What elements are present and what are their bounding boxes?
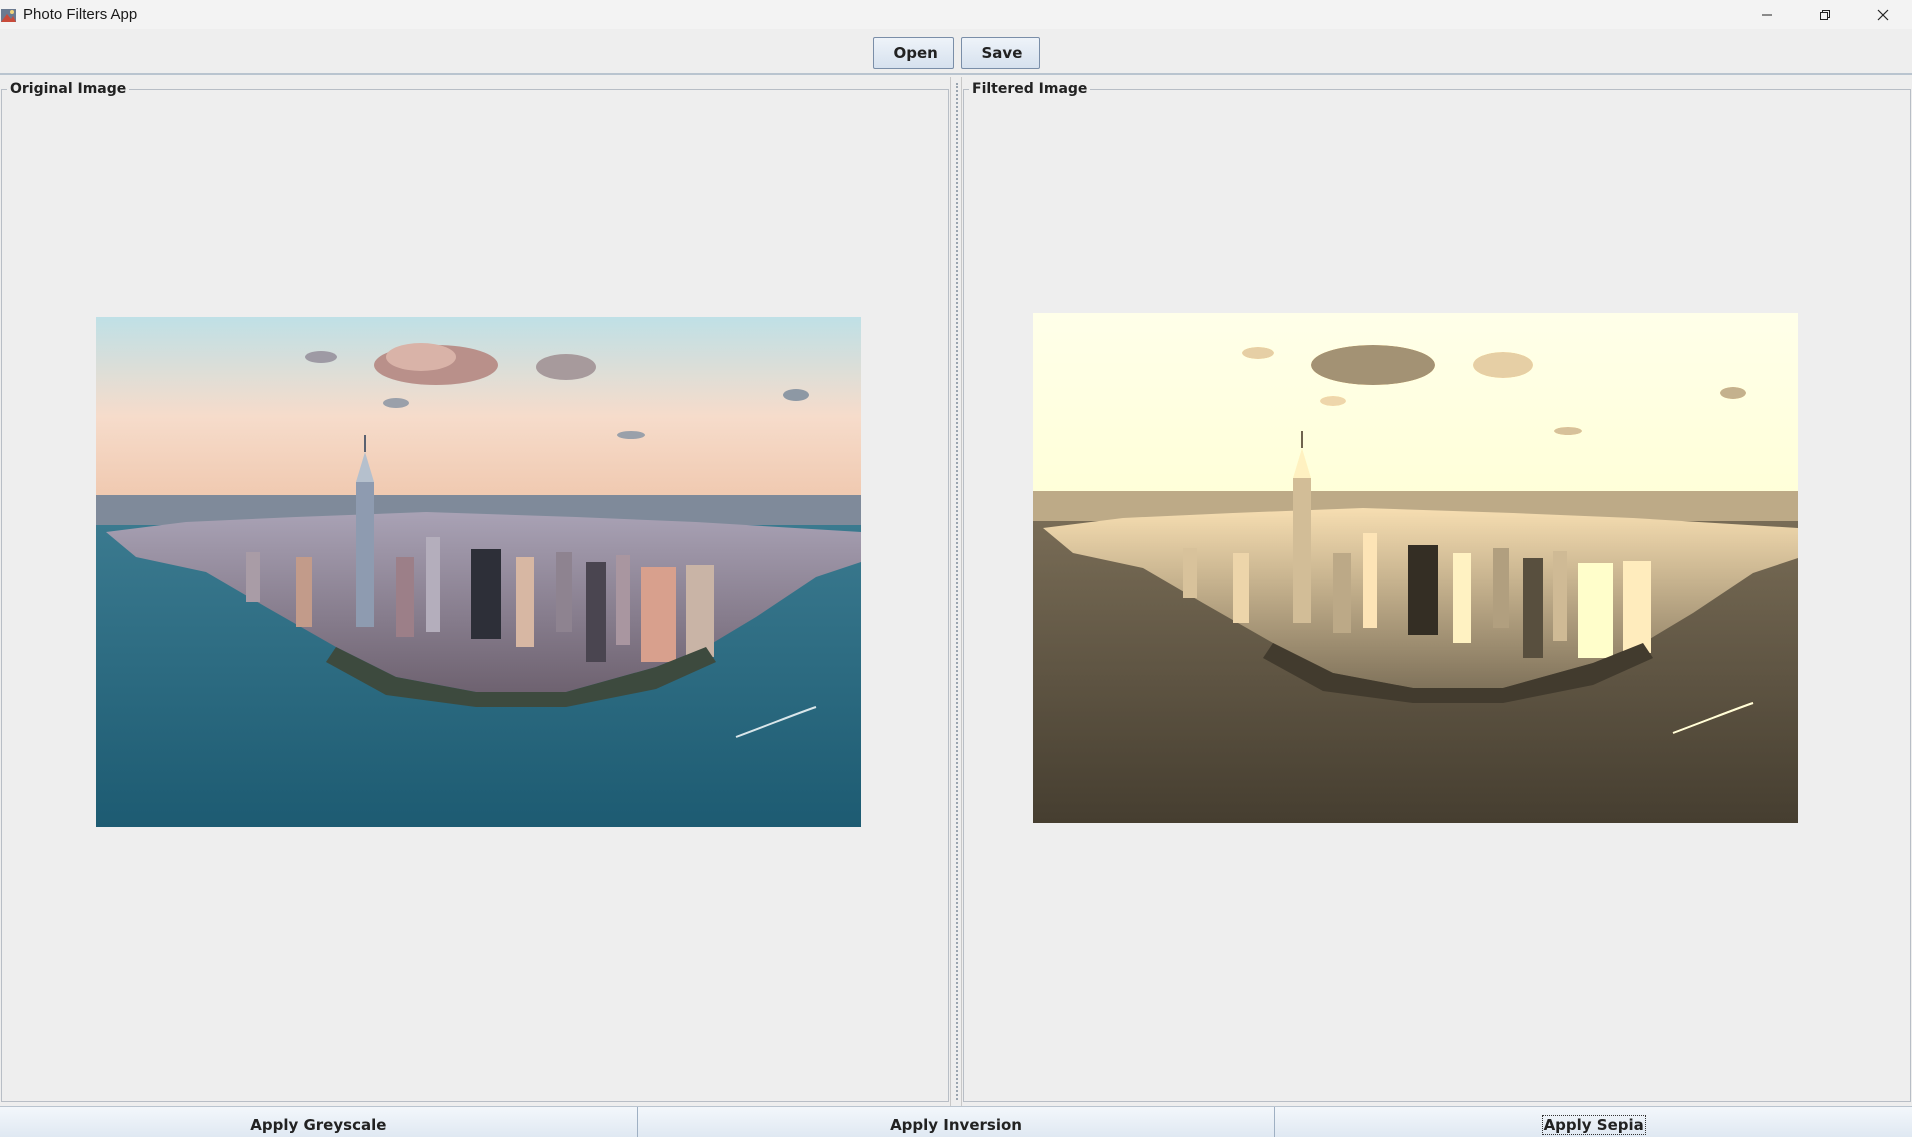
apply-greyscale-button[interactable]: Apply Greyscale (0, 1107, 638, 1137)
city-skyline-photo (96, 317, 861, 827)
original-image (96, 317, 861, 827)
original-image-title: Original Image (10, 81, 127, 97)
window-title: Photo Filters App (23, 6, 138, 23)
save-button[interactable]: Save (960, 36, 1040, 69)
title-bar: Photo Filters App (0, 0, 1912, 29)
apply-sepia-label: Apply Sepia (1541, 1114, 1646, 1135)
close-icon (1877, 9, 1889, 20)
filtered-image-title: Filtered Image (972, 81, 1088, 97)
top-toolbar: Open Save (0, 29, 1912, 73)
minimize-icon (1762, 14, 1772, 15)
filtered-image (1033, 313, 1798, 823)
restore-icon (1820, 9, 1830, 20)
restore-button[interactable] (1796, 0, 1854, 29)
apply-sepia-button[interactable]: Apply Sepia (1275, 1107, 1912, 1137)
original-image-pane: Original Image (0, 77, 950, 1106)
window-controls (1738, 0, 1912, 29)
filter-button-bar: Apply Greyscale Apply Inversion Apply Se… (0, 1106, 1912, 1137)
split-pane: Original Image Filtered Image (0, 73, 1912, 1106)
photo-app-icon (0, 6, 18, 24)
open-button[interactable]: Open (872, 36, 954, 69)
city-skyline-sepia-photo (1033, 313, 1798, 823)
close-button[interactable] (1854, 0, 1912, 29)
minimize-button[interactable] (1738, 0, 1796, 29)
filtered-image-pane: Filtered Image (962, 77, 1912, 1106)
apply-inversion-button[interactable]: Apply Inversion (637, 1107, 1276, 1137)
split-divider[interactable] (950, 77, 962, 1106)
